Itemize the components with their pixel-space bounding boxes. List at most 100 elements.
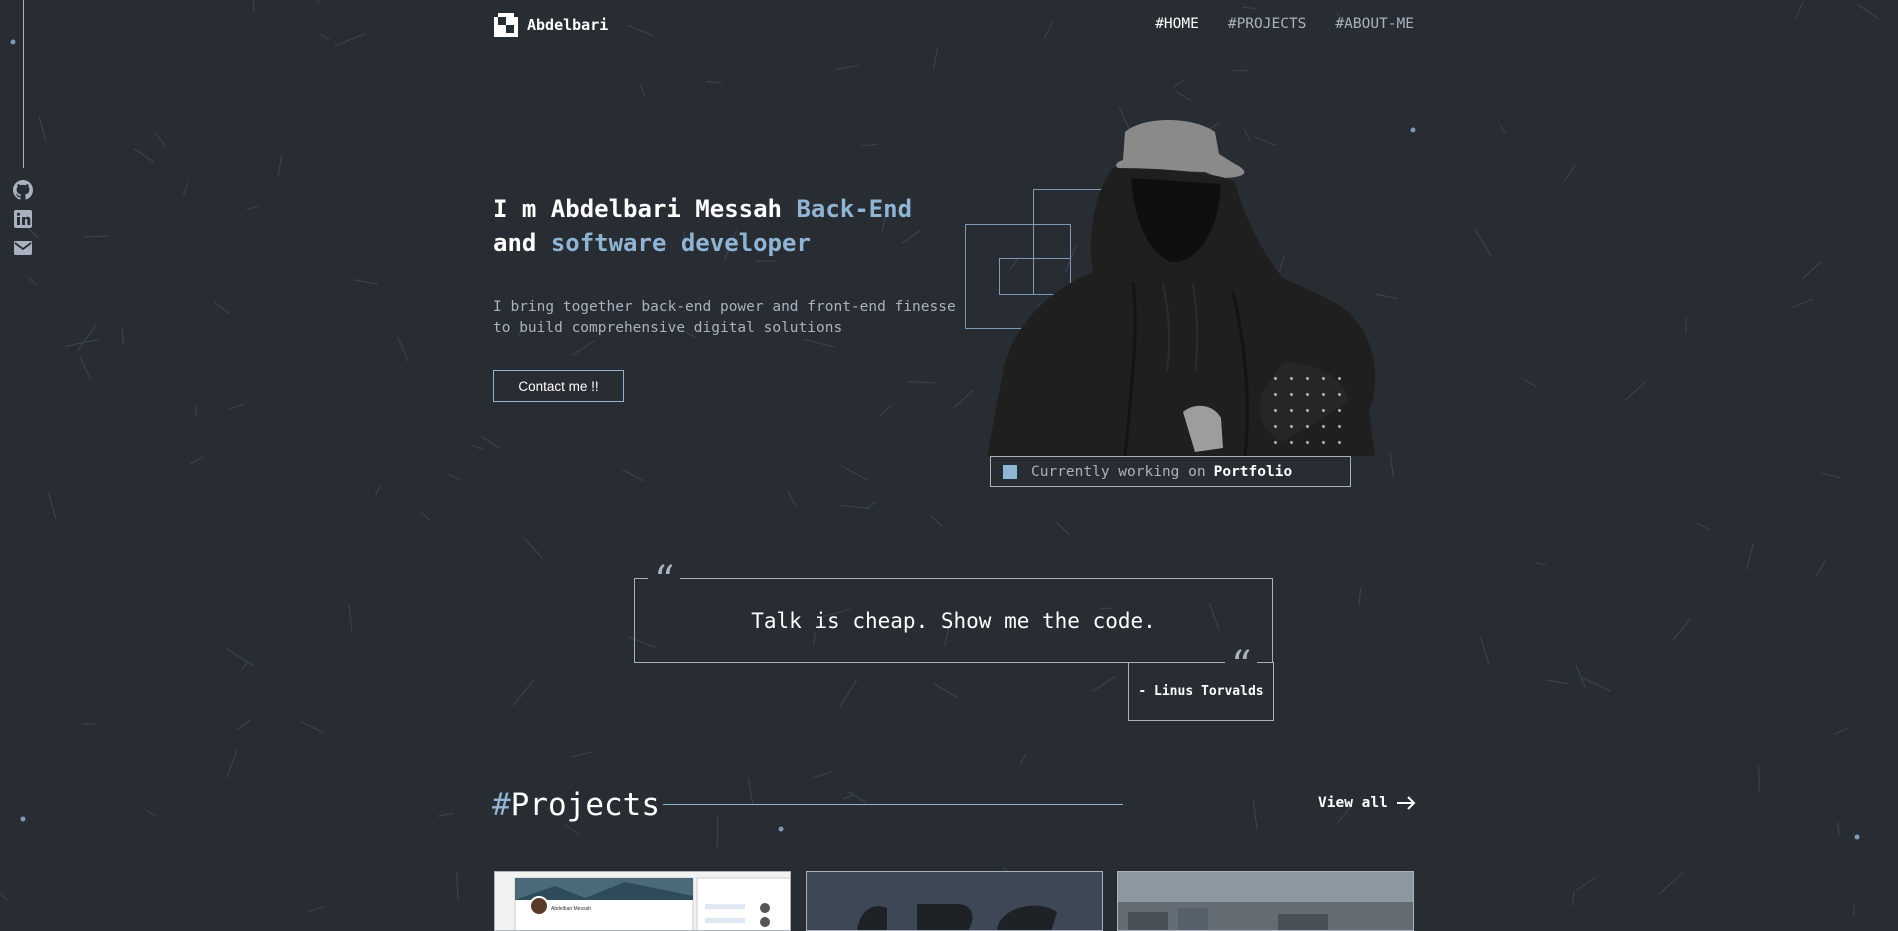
- background-constellation: [0, 0, 1898, 920]
- background-segment: [1838, 822, 1840, 836]
- background-segment: [1853, 905, 1854, 916]
- background-segment: [190, 457, 203, 464]
- projects-heading: #Projects: [492, 787, 660, 823]
- status-prefix: Currently working on: [1031, 464, 1206, 480]
- current-work-status: Currently working on Portfolio: [990, 456, 1351, 487]
- background-segment: [1573, 891, 1574, 906]
- background-segment: [278, 154, 281, 175]
- background-segment: [447, 474, 461, 480]
- background-segment: [456, 873, 458, 900]
- background-segment: [564, 824, 580, 835]
- background-segment: [155, 132, 166, 146]
- background-segment: [1176, 91, 1191, 100]
- background-segment: [1535, 562, 1546, 565]
- arrow-right-icon: [1396, 796, 1416, 810]
- project-card[interactable]: [1117, 871, 1414, 931]
- projects-divider: [663, 804, 1123, 805]
- background-segment: [840, 680, 857, 708]
- background-segment: [134, 149, 154, 163]
- contact-button[interactable]: Contact me !!: [493, 370, 624, 402]
- background-segment: [78, 324, 97, 351]
- background-segment: [843, 795, 854, 799]
- background-segment: [572, 341, 594, 356]
- background-segment: [237, 720, 250, 730]
- background-segment: [122, 327, 124, 344]
- background-segment: [309, 907, 324, 912]
- nav-projects[interactable]: #PROJECTS: [1228, 16, 1307, 32]
- background-segment: [1390, 453, 1393, 478]
- background-segment: [1500, 126, 1505, 135]
- email-icon[interactable]: [13, 238, 33, 258]
- background-segment: [82, 724, 95, 725]
- background-segment: [1253, 800, 1257, 830]
- background-segment: [39, 116, 46, 142]
- project-card[interactable]: Abdelbari Messah: [494, 871, 791, 931]
- view-all-link[interactable]: View all: [1318, 795, 1416, 811]
- background-segment: [301, 722, 323, 733]
- background-segment: [1565, 164, 1576, 181]
- background-segment: [525, 539, 543, 559]
- background-segment: [376, 485, 380, 495]
- background-segment: [571, 752, 593, 758]
- background-segment: [1659, 872, 1683, 894]
- background-star: [779, 827, 784, 832]
- nav-home[interactable]: #HOME: [1155, 16, 1199, 32]
- background-segment: [1019, 753, 1026, 764]
- background-star: [11, 40, 16, 45]
- background-segment: [183, 183, 187, 196]
- background-segment: [861, 144, 878, 146]
- background-segment: [242, 662, 248, 671]
- background-segment: [247, 206, 259, 210]
- background-segment: [841, 466, 868, 481]
- background-segment: [1092, 677, 1115, 692]
- logo-icon: [494, 13, 518, 37]
- background-segment: [1858, 5, 1879, 19]
- background-segment: [481, 436, 499, 448]
- background-segment: [1056, 522, 1070, 536]
- background-segment: [1546, 680, 1568, 684]
- hero-title: I m Abdelbari Messah Back-End and softwa…: [493, 192, 963, 260]
- background-segment: [420, 512, 430, 520]
- background-segment: [1697, 523, 1709, 530]
- background-segment: [317, 0, 335, 3]
- background-segment: [803, 339, 834, 347]
- background-segment: [1673, 618, 1690, 640]
- nav-about-me[interactable]: #ABOUT-ME: [1335, 16, 1414, 32]
- background-segment: [80, 356, 91, 379]
- background-segment: [0, 889, 7, 900]
- background-segment: [1576, 665, 1585, 687]
- background-segment: [788, 492, 796, 507]
- background-star: [1411, 128, 1416, 133]
- background-segment: [1242, 7, 1256, 9]
- background-segment: [438, 813, 453, 816]
- quote-text: Talk is cheap. Show me the code.: [751, 609, 1156, 633]
- background-segment: [1793, 299, 1813, 307]
- background-segment: [931, 516, 943, 527]
- background-segment: [1747, 544, 1754, 570]
- background-segment: [934, 48, 938, 69]
- background-segment: [1821, 473, 1840, 477]
- background-segment: [841, 506, 870, 509]
- background-segment: [513, 679, 534, 705]
- quote-mark-icon: “: [648, 566, 680, 596]
- background-segment: [398, 337, 409, 362]
- logo[interactable]: Abdelbari: [494, 13, 608, 37]
- background-segment: [1833, 728, 1847, 735]
- background-segment: [226, 649, 254, 666]
- background-segment: [627, 25, 653, 35]
- background-segment: [953, 390, 973, 408]
- background-segment: [471, 444, 483, 449]
- social-rail-line: [23, 0, 24, 168]
- background-segment: [1044, 22, 1052, 39]
- background-segment: [1174, 79, 1184, 86]
- hero-subtitle: I bring together back-end power and fron…: [493, 297, 973, 339]
- background-segment: [214, 302, 230, 314]
- background-segment: [1802, 262, 1821, 279]
- project-card[interactable]: [806, 871, 1103, 931]
- background-segment: [1816, 560, 1825, 576]
- background-star: [21, 817, 26, 822]
- linkedin-icon[interactable]: [13, 209, 33, 229]
- project-thumbnail: Abdelbari Messah: [495, 872, 791, 931]
- background-segment: [1625, 381, 1647, 400]
- github-icon[interactable]: [13, 180, 33, 200]
